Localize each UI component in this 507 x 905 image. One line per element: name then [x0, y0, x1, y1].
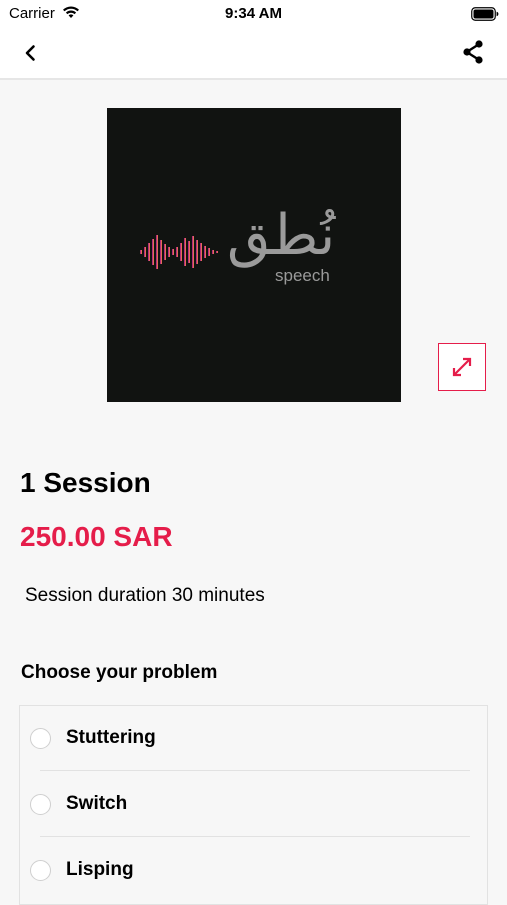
expand-image-button[interactable] — [438, 343, 486, 391]
clock: 9:34 AM — [225, 5, 282, 22]
problem-options: Stuttering Switch Lisping — [19, 705, 488, 905]
option-label: Lisping — [66, 859, 134, 880]
problem-option-stuttering[interactable]: Stuttering — [20, 706, 489, 771]
session-duration: Session duration 30 minutes — [25, 585, 265, 606]
radio-button[interactable] — [30, 728, 51, 749]
back-button[interactable] — [18, 40, 44, 66]
radio-button[interactable] — [30, 860, 51, 881]
product-title: 1 Session — [20, 467, 151, 498]
divider — [40, 836, 470, 837]
status-bar: Carrier 9:34 AM — [0, 0, 507, 28]
logo-subtitle: speech — [275, 266, 330, 285]
share-button[interactable] — [459, 38, 487, 66]
problem-section-heading: Choose your problem — [21, 662, 218, 683]
nav-bar — [0, 28, 507, 80]
battery-icon — [471, 7, 499, 26]
option-label: Switch — [66, 793, 128, 814]
problem-option-lisping[interactable]: Lisping — [20, 838, 489, 903]
divider — [40, 770, 470, 771]
chevron-left-icon — [25, 45, 35, 61]
logo-arabic-text: نُطق — [227, 203, 336, 268]
product-price: 250.00 SAR — [20, 521, 173, 552]
share-icon — [463, 40, 483, 64]
option-label: Stuttering — [66, 727, 156, 748]
product-image[interactable]: نُطق speech — [107, 108, 401, 402]
expand-arrows-icon — [452, 357, 472, 377]
problem-option-switch[interactable]: Switch — [20, 772, 489, 837]
sound-wave-logo — [140, 235, 218, 269]
radio-button[interactable] — [30, 794, 51, 815]
